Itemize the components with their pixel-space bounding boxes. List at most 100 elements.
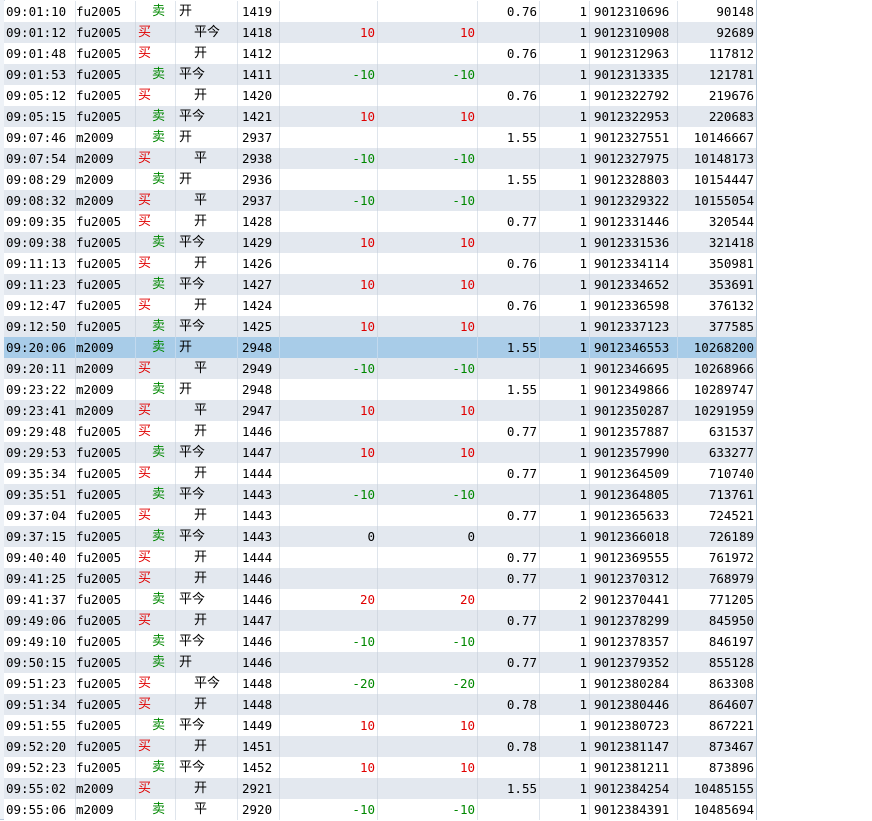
quantity-cell: 1 xyxy=(540,631,590,652)
profit-loss-cell-2 xyxy=(378,337,478,358)
direction-cell: 卖 xyxy=(136,652,176,673)
table-row[interactable]: 09:52:20 fu2005 买 开 1451 0.78 1 90123811… xyxy=(4,736,756,757)
table-row[interactable]: 09:20:11 m2009 买 平 2949 -10 -10 1 901234… xyxy=(4,358,756,379)
trade-time-cell: 09:09:35 xyxy=(4,211,76,232)
profit-loss-cell: 10 xyxy=(280,106,378,127)
profit-loss-cell xyxy=(280,379,378,400)
sequence-id-cell: 846197 xyxy=(708,634,754,649)
open-close-cell: 平今 xyxy=(176,106,238,127)
profit-loss-cell: 10 xyxy=(280,274,378,295)
table-row[interactable]: 09:37:04 fu2005 买 开 1443 0.77 1 90123656… xyxy=(4,505,756,526)
table-row[interactable]: 09:01:12 fu2005 买 平今 1418 10 10 1 901231… xyxy=(4,22,756,43)
price-cell: 2948 xyxy=(238,379,280,400)
table-row[interactable]: 09:35:34 fu2005 买 开 1444 0.77 1 90123645… xyxy=(4,463,756,484)
table-row[interactable]: 09:23:22 m2009 卖 开 2948 1.55 1 901234986… xyxy=(4,379,756,400)
table-row[interactable]: 09:49:10 fu2005 卖 平今 1446 -10 -10 1 9012… xyxy=(4,631,756,652)
table-row[interactable]: 09:51:55 fu2005 卖 平今 1449 10 10 1 901238… xyxy=(4,715,756,736)
table-row[interactable]: 09:09:38 fu2005 卖 平今 1429 10 10 1 901233… xyxy=(4,232,756,253)
quantity-cell: 1 xyxy=(540,379,590,400)
table-row[interactable]: 09:11:13 fu2005 买 开 1426 0.76 1 90123341… xyxy=(4,253,756,274)
order-id-cell: 9012384391 xyxy=(590,799,678,820)
price-cell: 1420 xyxy=(238,85,280,106)
fee-cell xyxy=(478,274,540,295)
table-row[interactable]: 09:51:34 fu2005 买 开 1448 0.78 1 90123804… xyxy=(4,694,756,715)
profit-loss-cell-2: 0 xyxy=(378,526,478,547)
table-row[interactable]: 09:08:29 m2009 卖 开 2936 1.55 1 901232880… xyxy=(4,169,756,190)
fee-cell: 0.77 xyxy=(478,421,540,442)
table-row[interactable]: 09:37:15 fu2005 卖 平今 1443 0 0 1 90123660… xyxy=(4,526,756,547)
table-row[interactable]: 09:41:37 fu2005 卖 平今 1446 20 20 2 901237… xyxy=(4,589,756,610)
profit-loss-cell: -10 xyxy=(280,358,378,379)
table-row[interactable]: 09:51:23 fu2005 买 平今 1448 -20 -20 1 9012… xyxy=(4,673,756,694)
contract-code-cell: fu2005 xyxy=(76,568,136,589)
table-row[interactable]: 09:12:47 fu2005 买 开 1424 0.76 1 90123365… xyxy=(4,295,756,316)
contract-code-cell: fu2005 xyxy=(76,526,136,547)
direction-cell: 买 xyxy=(136,211,176,232)
table-row[interactable]: 09:01:53 fu2005 卖 平今 1411 -10 -10 1 9012… xyxy=(4,64,756,85)
profit-loss-cell-2 xyxy=(378,253,478,274)
table-row[interactable]: 09:01:48 fu2005 买 开 1412 0.76 1 90123129… xyxy=(4,43,756,64)
table-row[interactable]: 09:55:06 m2009 卖 平 2920 -10 -10 1 901238… xyxy=(4,799,756,820)
trade-time-cell: 09:52:23 xyxy=(4,757,76,778)
table-row[interactable]: 09:05:15 fu2005 卖 平今 1421 10 10 1 901232… xyxy=(4,106,756,127)
table-row[interactable]: 09:12:50 fu2005 卖 平今 1425 10 10 1 901233… xyxy=(4,316,756,337)
sequence-id-cell: 631537 xyxy=(708,424,754,439)
table-row[interactable]: 09:35:51 fu2005 卖 平今 1443 -10 -10 1 9012… xyxy=(4,484,756,505)
trade-time-cell: 09:29:48 xyxy=(4,421,76,442)
profit-loss-cell xyxy=(280,1,378,22)
table-row[interactable]: 09:11:23 fu2005 卖 平今 1427 10 10 1 901233… xyxy=(4,274,756,295)
table-row[interactable]: 09:52:23 fu2005 卖 平今 1452 10 10 1 901238… xyxy=(4,757,756,778)
quantity-cell: 1 xyxy=(540,295,590,316)
fee-cell xyxy=(478,589,540,610)
fee-cell xyxy=(478,757,540,778)
direction-cell: 卖 xyxy=(136,274,176,295)
price-cell: 1419 xyxy=(238,1,280,22)
profit-loss-cell xyxy=(280,610,378,631)
order-id-cell: 9012380446 xyxy=(590,694,678,715)
table-row[interactable]: 09:41:25 fu2005 买 开 1446 0.77 1 90123703… xyxy=(4,568,756,589)
order-id-cell: 9012380723 xyxy=(590,715,678,736)
open-close-cell: 开 xyxy=(176,652,238,673)
open-close-cell: 平 xyxy=(176,799,238,820)
table-row[interactable]: 09:29:48 fu2005 买 开 1446 0.77 1 90123578… xyxy=(4,421,756,442)
table-row[interactable]: 09:40:40 fu2005 买 开 1444 0.77 1 90123695… xyxy=(4,547,756,568)
profit-loss-cell-2 xyxy=(378,610,478,631)
profit-loss-cell-2: 10 xyxy=(378,22,478,43)
table-row[interactable]: 09:50:15 fu2005 卖 开 1446 0.77 1 90123793… xyxy=(4,652,756,673)
order-id-cell: 9012327551 xyxy=(590,127,678,148)
profit-loss-cell: 10 xyxy=(280,400,378,421)
table-row[interactable]: 09:55:02 m2009 买 开 2921 1.55 1 901238425… xyxy=(4,778,756,799)
table-row[interactable]: 09:09:35 fu2005 买 开 1428 0.77 1 90123314… xyxy=(4,211,756,232)
fee-cell: 0.77 xyxy=(478,568,540,589)
sequence-id-cell: 10289747 xyxy=(693,382,754,397)
table-row[interactable]: 09:01:10 fu2005 卖 开 1419 0.76 1 90123106… xyxy=(4,1,756,22)
contract-code-cell: fu2005 xyxy=(76,442,136,463)
price-cell: 1412 xyxy=(238,43,280,64)
direction-cell: 买 xyxy=(136,505,176,526)
contract-code-cell: fu2005 xyxy=(76,43,136,64)
fee-cell: 1.55 xyxy=(478,778,540,799)
quantity-cell: 1 xyxy=(540,148,590,169)
sequence-id-cell: 867221 xyxy=(708,718,754,733)
profit-loss-cell xyxy=(280,43,378,64)
table-row[interactable]: 09:05:12 fu2005 买 开 1420 0.76 1 90123227… xyxy=(4,85,756,106)
contract-code-cell: m2009 xyxy=(76,337,136,358)
table-row[interactable]: 09:07:46 m2009 卖 开 2937 1.55 1 901232755… xyxy=(4,127,756,148)
table-row[interactable]: 09:07:54 m2009 买 平 2938 -10 -10 1 901232… xyxy=(4,148,756,169)
profit-loss-cell: 10 xyxy=(280,757,378,778)
fee-cell: 0.76 xyxy=(478,85,540,106)
profit-loss-cell xyxy=(280,652,378,673)
profit-loss-cell-2: 10 xyxy=(378,316,478,337)
table-row[interactable]: 09:20:06 m2009 卖 开 2948 1.55 1 901234655… xyxy=(4,337,756,358)
table-row[interactable]: 09:29:53 fu2005 卖 平今 1447 10 10 1 901235… xyxy=(4,442,756,463)
table-row[interactable]: 09:49:06 fu2005 买 开 1447 0.77 1 90123782… xyxy=(4,610,756,631)
direction-cell: 买 xyxy=(136,43,176,64)
table-row[interactable]: 09:23:41 m2009 买 平 2947 10 10 1 90123502… xyxy=(4,400,756,421)
order-id-cell: 9012364509 xyxy=(590,463,678,484)
sequence-id-cell: 845950 xyxy=(708,613,754,628)
profit-loss-cell-2 xyxy=(378,463,478,484)
order-id-cell: 9012365633 xyxy=(590,505,678,526)
sequence-id-cell: 771205 xyxy=(708,592,754,607)
price-cell: 1424 xyxy=(238,295,280,316)
table-row[interactable]: 09:08:32 m2009 买 平 2937 -10 -10 1 901232… xyxy=(4,190,756,211)
